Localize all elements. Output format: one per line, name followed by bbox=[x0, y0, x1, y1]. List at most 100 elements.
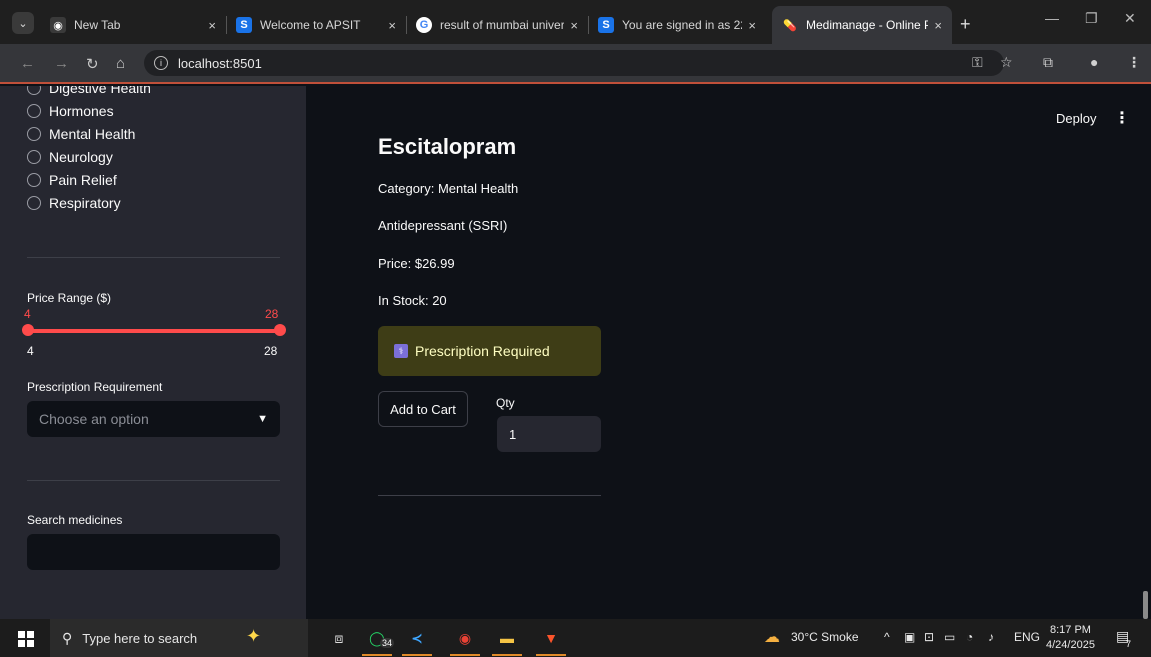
tab-close-icon[interactable]: × bbox=[570, 18, 578, 33]
add-to-cart-button[interactable]: Add to Cart bbox=[378, 391, 468, 427]
language-indicator[interactable]: ENG bbox=[1014, 630, 1040, 644]
price-range-high-handle[interactable] bbox=[274, 324, 286, 336]
brave-icon[interactable]: ▼ bbox=[538, 625, 564, 651]
tab-close-icon[interactable]: × bbox=[748, 18, 756, 33]
tab-title: Welcome to APSIT bbox=[260, 18, 361, 32]
back-arrow-icon[interactable]: ← bbox=[20, 55, 35, 72]
price-range-high-value: 28 bbox=[265, 307, 279, 321]
deploy-button[interactable]: Deploy bbox=[1056, 111, 1096, 126]
tab-welcome-apsit[interactable]: S Welcome to APSIT × bbox=[226, 6, 406, 44]
product-category: Category: Mental Health bbox=[378, 181, 519, 196]
category-label: Respiratory bbox=[49, 195, 121, 211]
tab-title: Medimanage - Online Ph bbox=[806, 18, 929, 32]
app-running-indicator bbox=[402, 654, 432, 656]
radio-circle-icon bbox=[27, 150, 41, 164]
chrome-taskbar-icon[interactable]: ◉ bbox=[452, 625, 478, 651]
password-key-icon[interactable]: ⚿ bbox=[972, 54, 983, 71]
prescription-warning-box: ⚕ Prescription Required bbox=[378, 326, 601, 376]
weather-text[interactable]: 30°C Smoke bbox=[791, 630, 859, 644]
price-range-track[interactable] bbox=[28, 329, 280, 333]
windows-taskbar: ⚲ Type here to search ✦ ⧈ ◯ 34 ≺ ◉ ▬ ▼ ☁… bbox=[0, 619, 1151, 657]
tab-search-chevron-icon[interactable]: ⌄ bbox=[12, 12, 34, 34]
tab-title: You are signed in as 2210 bbox=[622, 18, 742, 32]
volume-icon[interactable]: ♪ bbox=[988, 630, 994, 644]
tab-title: New Tab bbox=[74, 18, 121, 32]
price-range-low-value: 4 bbox=[24, 307, 31, 321]
category-label: Hormones bbox=[49, 103, 114, 119]
window-close-icon[interactable]: ✕ bbox=[1124, 10, 1136, 27]
category-radio-pain-relief[interactable]: Pain Relief bbox=[27, 172, 117, 188]
category-radio-digestive-health[interactable]: Digestive Health bbox=[27, 86, 151, 96]
windows-start-icon[interactable] bbox=[18, 631, 34, 647]
new-tab-plus-icon[interactable]: + bbox=[960, 14, 971, 35]
prescription-select-placeholder: Choose an option bbox=[39, 411, 149, 427]
prescription-select[interactable]: Choose an option ▼ bbox=[27, 401, 280, 437]
tray-app-icon[interactable]: ▣ bbox=[904, 630, 915, 644]
scrollbar-thumb[interactable] bbox=[1143, 591, 1148, 619]
site-info-icon[interactable]: i bbox=[154, 56, 168, 70]
forward-arrow-icon[interactable]: → bbox=[54, 55, 69, 72]
sparkle-icon: ✦ bbox=[246, 626, 262, 646]
tab-close-icon[interactable]: × bbox=[934, 18, 942, 33]
url-field[interactable]: i localhost:8501 bbox=[144, 50, 1004, 76]
battery-icon[interactable]: ▭ bbox=[944, 630, 955, 644]
restore-icon[interactable]: ❐ bbox=[1085, 10, 1098, 27]
qty-input[interactable]: 1 bbox=[497, 416, 601, 452]
file-explorer-icon[interactable]: ▬ bbox=[494, 625, 520, 651]
product-stock: In Stock: 20 bbox=[378, 293, 447, 308]
radio-circle-icon bbox=[27, 104, 41, 118]
address-bar: ← → ↻ ⌂ i localhost:8501 ⚿ ☆ ⧉ ● ⋮ bbox=[0, 44, 1151, 84]
chevron-down-icon: ▼ bbox=[257, 413, 268, 425]
product-divider bbox=[378, 495, 601, 496]
vscode-icon[interactable]: ≺ bbox=[404, 625, 430, 651]
tray-network-icon[interactable]: ⊡ bbox=[924, 630, 934, 644]
category-label: Pain Relief bbox=[49, 172, 117, 188]
category-radio-hormones[interactable]: Hormones bbox=[27, 103, 114, 119]
taskbar-search-box[interactable]: ⚲ Type here to search ✦ bbox=[50, 619, 308, 657]
price-range-low-handle[interactable] bbox=[22, 324, 34, 336]
extensions-icon[interactable]: ⧉ bbox=[1043, 54, 1053, 71]
sidebar-divider bbox=[27, 257, 280, 258]
prescription-requirement-label: Prescription Requirement bbox=[27, 380, 163, 394]
browser-menu-icon[interactable]: ⋮ bbox=[1127, 54, 1141, 71]
qty-label: Qty bbox=[496, 396, 515, 410]
radio-circle-icon bbox=[27, 127, 41, 141]
taskbar-clock[interactable]: 8:17 PM 4/24/2025 bbox=[1046, 623, 1095, 653]
product-price: Price: $26.99 bbox=[378, 256, 455, 271]
bookmark-star-icon[interactable]: ☆ bbox=[1000, 54, 1013, 71]
radio-circle-icon bbox=[27, 173, 41, 187]
tab-close-icon[interactable]: × bbox=[388, 18, 396, 33]
whatsapp-badge: 34 bbox=[380, 638, 395, 648]
chrome-icon: ◉ bbox=[50, 17, 66, 33]
s-icon: S bbox=[598, 17, 614, 33]
tab-close-icon[interactable]: × bbox=[208, 18, 216, 33]
weather-icon: ☁ bbox=[764, 629, 780, 646]
reload-icon[interactable]: ↻ bbox=[86, 55, 99, 73]
tray-chevron-up-icon[interactable]: ^ bbox=[884, 630, 890, 644]
search-medicines-input[interactable] bbox=[27, 534, 280, 570]
tab-signed-in[interactable]: S You are signed in as 2210 × bbox=[588, 6, 766, 44]
category-radio-mental-health[interactable]: Mental Health bbox=[27, 126, 135, 142]
clock-date: 4/24/2025 bbox=[1046, 639, 1095, 651]
wifi-icon[interactable]: ◔ bbox=[966, 630, 973, 644]
category-radio-respiratory[interactable]: Respiratory bbox=[27, 195, 121, 211]
radio-circle-icon bbox=[27, 86, 41, 95]
profile-avatar-icon[interactable]: ● bbox=[1090, 54, 1098, 70]
price-range-min-label: 4 bbox=[27, 344, 34, 358]
tab-new-tab[interactable]: ◉ New Tab × bbox=[40, 6, 226, 44]
price-range-max-label: 28 bbox=[264, 344, 278, 358]
pill-icon: 💊 bbox=[783, 19, 797, 32]
prescription-warning-text: Prescription Required bbox=[415, 343, 550, 359]
task-view-icon[interactable]: ⧈ bbox=[326, 625, 352, 651]
kebab-menu-icon[interactable]: ⋮ bbox=[1114, 108, 1130, 128]
home-icon[interactable]: ⌂ bbox=[116, 55, 125, 72]
category-radio-neurology[interactable]: Neurology bbox=[27, 149, 113, 165]
browser-tab-strip: ⌄ ◉ New Tab × S Welcome to APSIT × G res… bbox=[0, 0, 1151, 44]
minimize-icon[interactable]: — bbox=[1045, 10, 1059, 26]
app-running-indicator bbox=[450, 654, 480, 656]
category-label: Mental Health bbox=[49, 126, 136, 142]
tab-title: result of mumbai univers bbox=[440, 18, 565, 32]
tab-mumbai-result[interactable]: G result of mumbai univers × bbox=[406, 6, 588, 44]
tab-medimanage[interactable]: 💊 Medimanage - Online Ph × bbox=[772, 6, 952, 44]
google-icon: G bbox=[416, 17, 432, 33]
